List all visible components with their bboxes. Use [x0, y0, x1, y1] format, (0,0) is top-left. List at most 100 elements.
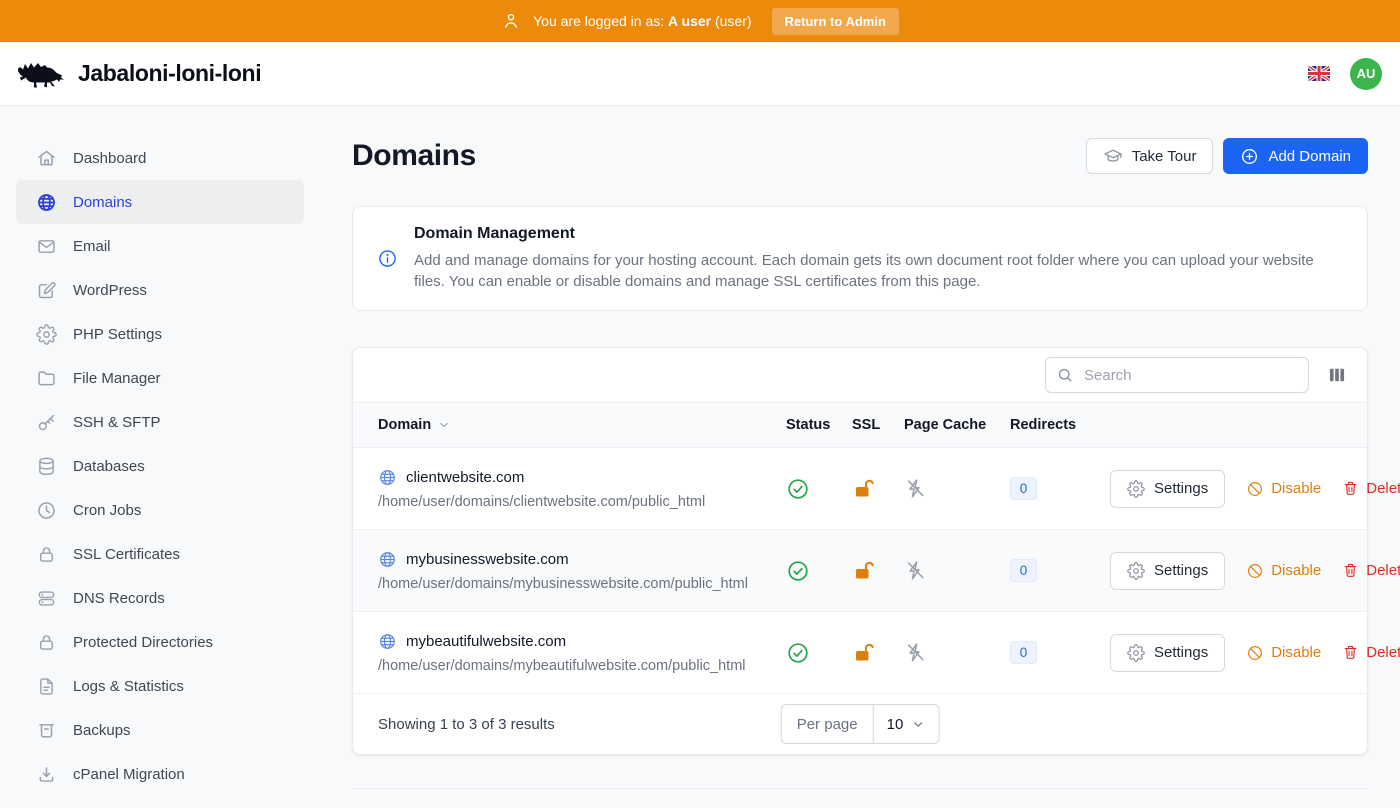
banner-text: You are logged in as: A user (user) [533, 13, 751, 29]
domain-link[interactable]: mybusinesswebsite.com [378, 550, 786, 569]
globe-icon [378, 632, 397, 651]
take-tour-button[interactable]: Take Tour [1086, 138, 1214, 174]
table-row: mybeautifulwebsite.com /home/user/domain… [353, 612, 1367, 694]
trash-icon [1342, 644, 1359, 661]
domain-path: /home/user/domains/mybeautifulwebsite.co… [378, 658, 786, 674]
domain-path: /home/user/domains/mybusinesswebsite.com… [378, 576, 786, 592]
person-icon [501, 11, 521, 31]
server-icon [36, 588, 57, 609]
sidebar-item-email[interactable]: Email [16, 224, 304, 268]
sidebar-item-label: File Manager [73, 370, 161, 387]
page-cache-off-icon [904, 641, 1010, 664]
home-icon [36, 148, 57, 169]
lock-icon [36, 632, 57, 653]
sidebar-item-label: Cron Jobs [73, 502, 141, 519]
delete-button[interactable]: Delete [1342, 480, 1400, 497]
sidebar-item-dashboard[interactable]: Dashboard [16, 136, 304, 180]
sidebar-item-label: PHP Settings [73, 326, 162, 343]
folder-icon [36, 368, 57, 389]
info-icon [377, 248, 398, 269]
main-content: Domains Take Tour [320, 106, 1400, 799]
sidebar-item-ssh-sftp[interactable]: SSH & SFTP [16, 400, 304, 444]
sidebar-item-ssl-certificates[interactable]: SSL Certificates [16, 532, 304, 576]
trash-icon [1342, 480, 1359, 497]
plus-circle-icon [1240, 147, 1259, 166]
slash-circle-icon [1246, 644, 1264, 662]
info-box-title: Domain Management [414, 225, 1343, 243]
search-input[interactable] [1045, 357, 1309, 393]
globe-icon [36, 192, 57, 213]
language-flag-uk-icon[interactable] [1308, 66, 1330, 81]
return-to-admin-button[interactable]: Return to Admin [772, 8, 899, 35]
page-footer-divider [352, 788, 1368, 808]
banner-prefix: You are logged in as: [533, 13, 664, 29]
user-avatar[interactable]: AU [1350, 58, 1382, 90]
sidebar-item-file-manager[interactable]: File Manager [16, 356, 304, 400]
search-icon [1056, 366, 1074, 384]
disable-button[interactable]: Disable [1246, 644, 1321, 662]
domain-management-info-box: Domain Management Add and manage domains… [352, 206, 1368, 311]
column-header-redirects: Redirects [1010, 417, 1110, 433]
sidebar-item-label: Databases [73, 458, 145, 475]
envelope-icon [36, 236, 57, 257]
column-header-page-cache: Page Cache [904, 417, 1010, 433]
sidebar-item-label: SSL Certificates [73, 546, 180, 563]
graduation-cap-icon [1103, 146, 1123, 166]
per-page-label: Per page [782, 705, 874, 743]
key-icon [36, 412, 57, 433]
add-domain-button[interactable]: Add Domain [1223, 138, 1368, 174]
delete-button[interactable]: Delete [1342, 562, 1400, 579]
settings-button[interactable]: Settings [1110, 634, 1225, 672]
sidebar-item-wordpress[interactable]: WordPress [16, 268, 304, 312]
domain-path: /home/user/domains/clientwebsite.com/pub… [378, 494, 786, 510]
sidebar-item-protected-directories[interactable]: Protected Directories [16, 620, 304, 664]
disable-button[interactable]: Disable [1246, 480, 1321, 498]
sidebar-item-label: DNS Records [73, 590, 165, 607]
columns-toggle-icon[interactable] [1325, 361, 1349, 389]
sidebar-item-label: Backups [73, 722, 131, 739]
settings-button[interactable]: Settings [1110, 552, 1225, 590]
settings-button[interactable]: Settings [1110, 470, 1225, 508]
domain-link[interactable]: mybeautifulwebsite.com [378, 632, 786, 651]
disable-button[interactable]: Disable [1246, 562, 1321, 580]
ssl-unlocked-icon [852, 477, 904, 501]
gear-icon [1127, 644, 1145, 662]
table-header-row: Domain Status SSL Page Cache Redirects [353, 402, 1367, 448]
sidebar: Dashboard Domains Email [0, 106, 320, 799]
domain-link[interactable]: clientwebsite.com [378, 468, 786, 487]
column-header-ssl: SSL [852, 417, 904, 433]
redirects-count-badge: 0 [1010, 641, 1037, 664]
archive-box-icon [36, 720, 57, 741]
sidebar-item-domains[interactable]: Domains [16, 180, 304, 224]
sidebar-item-dns-records[interactable]: DNS Records [16, 576, 304, 620]
banner-username: A user [668, 13, 711, 29]
sidebar-item-cpanel-migration[interactable]: cPanel Migration [16, 752, 304, 796]
page-cache-off-icon [904, 559, 1010, 582]
sidebar-item-label: Logs & Statistics [73, 678, 184, 695]
delete-button[interactable]: Delete [1342, 644, 1400, 661]
per-page-control: Per page 10 [781, 704, 940, 744]
download-icon [36, 764, 57, 785]
header-right: AU [1308, 58, 1384, 90]
per-page-select[interactable]: 10 [874, 705, 939, 743]
boar-logo-icon [16, 57, 66, 90]
sidebar-item-logs-statistics[interactable]: Logs & Statistics [16, 664, 304, 708]
table-row: clientwebsite.com /home/user/domains/cli… [353, 448, 1367, 530]
slash-circle-icon [1246, 480, 1264, 498]
info-box-body: Add and manage domains for your hosting … [414, 250, 1343, 292]
column-header-status: Status [786, 417, 852, 433]
database-icon [36, 456, 57, 477]
column-header-domain[interactable]: Domain [378, 417, 786, 433]
sidebar-item-label: SSH & SFTP [73, 414, 161, 431]
sidebar-item-php-settings[interactable]: PHP Settings [16, 312, 304, 356]
trash-icon [1342, 562, 1359, 579]
banner-role: (user) [715, 13, 752, 29]
sidebar-item-databases[interactable]: Databases [16, 444, 304, 488]
status-active-icon [786, 641, 852, 665]
sidebar-item-label: Email [73, 238, 111, 255]
sidebar-item-backups[interactable]: Backups [16, 708, 304, 752]
brand: Jabaloni-loni-loni [16, 57, 261, 90]
globe-icon [378, 468, 397, 487]
clock-icon [36, 500, 57, 521]
sidebar-item-cron-jobs[interactable]: Cron Jobs [16, 488, 304, 532]
